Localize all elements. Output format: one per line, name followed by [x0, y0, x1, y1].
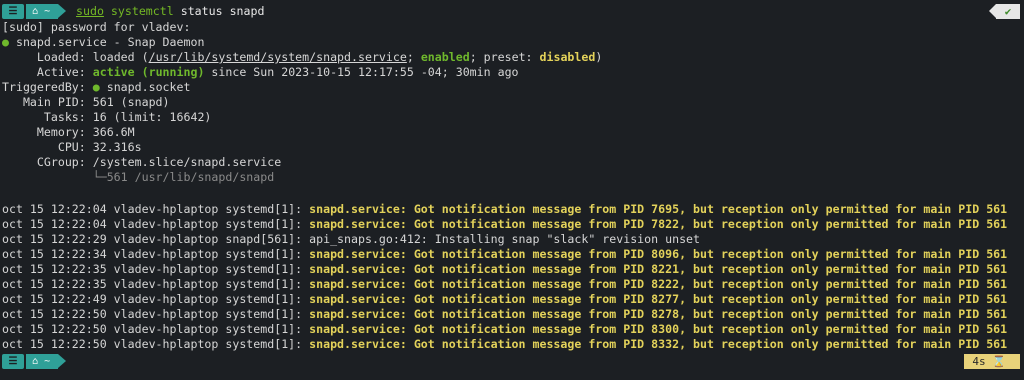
segment-arrow [58, 4, 66, 18]
active-state: active (running) [92, 65, 205, 79]
directory-label: ~ [44, 356, 51, 367]
triggered-value: snapd.socket [99, 80, 191, 94]
loaded-line: Loaded: loaded (/usr/lib/systemd/system/… [2, 50, 1024, 65]
command-input[interactable]: sudo systemctl status snapd [76, 3, 264, 20]
enabled-state: enabled [420, 50, 470, 64]
cmd-sudo: sudo [76, 4, 104, 18]
log-message: snapd.service: Got notification message … [309, 322, 1008, 336]
log-message: snapd.service: Got notification message … [309, 262, 1008, 276]
log-message: snapd.service: Got notification message … [309, 307, 1008, 321]
hourglass-icon: ⌛ [992, 355, 1006, 368]
loaded-label: Loaded: [2, 50, 93, 64]
log-message: snapd.service: Got notification message … [309, 292, 1008, 306]
log-prefix: oct 15 12:22:29 vladev-hplaptop snapd[56… [2, 232, 310, 246]
log-line: oct 15 12:22:04 vladev-hplaptop systemd[… [2, 202, 1024, 217]
cgroup-child-line: └─561 /usr/lib/snapd/snapd [2, 170, 275, 184]
log-line: oct 15 12:22:35 vladev-hplaptop systemd[… [2, 262, 1024, 277]
triggered-label: TriggeredBy: [2, 80, 93, 94]
service-title-line: ● snapd.service - Snap Daemon [2, 35, 1024, 50]
checkmark-icon: ✔ [996, 4, 1020, 19]
status-arrow [989, 4, 996, 18]
log-line: oct 15 12:22:50 vladev-hplaptop systemd[… [2, 322, 1024, 337]
log-line: oct 15 12:22:35 vladev-hplaptop systemd[… [2, 277, 1024, 292]
home-icon: ⌂ [32, 356, 39, 367]
log-message: snapd.service: Got notification message … [309, 247, 1008, 261]
log-prefix: oct 15 12:22:50 vladev-hplaptop systemd[… [2, 322, 310, 336]
log-prefix: oct 15 12:22:04 vladev-hplaptop systemd[… [2, 217, 310, 231]
log-line: oct 15 12:22:50 vladev-hplaptop systemd[… [2, 337, 1024, 352]
log-prefix: oct 15 12:22:50 vladev-hplaptop systemd[… [2, 337, 310, 351]
status-dot-icon: ● [2, 35, 9, 49]
duration-label: 4s [972, 355, 986, 368]
cmd-systemctl: systemctl [110, 4, 174, 18]
log-message: snapd.service: Got notification message … [309, 202, 1008, 216]
log-line: oct 15 12:22:29 vladev-hplaptop snapd[56… [2, 232, 1024, 247]
log-message: api_snaps.go:412: Installing snap "slack… [309, 232, 701, 246]
log-line: oct 15 12:22:49 vladev-hplaptop systemd[… [2, 292, 1024, 307]
tasks-line: Tasks: 16 (limit: 16642) [2, 110, 212, 124]
duration-badge: 4s ⌛ [964, 354, 1020, 369]
loaded-end: ) [595, 50, 603, 64]
log-message: snapd.service: Got notification message … [309, 217, 1008, 231]
prompt-line-bottom: ☰ ⌂ ~ 4s ⌛ [0, 353, 1024, 370]
log-prefix: oct 15 12:22:04 vladev-hplaptop systemd[… [2, 202, 310, 216]
terminal-window[interactable]: ☰ ⌂ ~ sudo systemctl status snapd ✔ [sud… [0, 0, 1024, 380]
directory-segment: ⌂ ~ [26, 354, 58, 369]
loaded-mid: ; preset: [469, 50, 540, 64]
log-prefix: oct 15 12:22:50 vladev-hplaptop systemd[… [2, 307, 310, 321]
mainpid-line: Main PID: 561 (snapd) [2, 95, 170, 109]
log-prefix: oct 15 12:22:34 vladev-hplaptop systemd[… [2, 247, 310, 261]
log-message: snapd.service: Got notification message … [309, 277, 1008, 291]
unit-path-link[interactable]: /usr/lib/systemd/system/snapd.service [149, 50, 407, 64]
directory-label: ~ [44, 6, 51, 17]
log-line: oct 15 12:22:50 vladev-hplaptop systemd[… [2, 307, 1024, 322]
log-line: oct 15 12:22:34 vladev-hplaptop systemd[… [2, 247, 1024, 262]
active-since: since Sun 2023-10-15 12:17:55 -04; 30min… [204, 65, 519, 79]
password-prompt: [sudo] password for vladev: [2, 20, 191, 34]
socket-dot-icon: ● [92, 80, 100, 94]
triggeredby-line: TriggeredBy: ● snapd.socket [2, 80, 1024, 95]
loaded-pre: loaded ( [92, 50, 149, 64]
directory-segment: ⌂ ~ [26, 4, 58, 19]
linux-distro-icon: ☰ [2, 4, 24, 19]
log-prefix: oct 15 12:22:35 vladev-hplaptop systemd[… [2, 262, 310, 276]
loaded-sep: ; [406, 50, 421, 64]
active-line: Active: active (running) since Sun 2023-… [2, 65, 1024, 80]
linux-distro-icon: ☰ [2, 354, 24, 369]
home-icon: ⌂ [32, 6, 39, 17]
cgroup-line: CGroup: /system.slice/snapd.service [2, 155, 282, 169]
cmd-args: status snapd [173, 4, 265, 18]
log-message: snapd.service: Got notification message … [309, 337, 1008, 351]
prompt-line-top: ☰ ⌂ ~ sudo systemctl status snapd ✔ [0, 3, 1024, 20]
preset-state: disabled [539, 50, 596, 64]
segment-arrow [58, 354, 66, 368]
cpu-line: CPU: 32.316s [2, 140, 142, 154]
active-label: Active: [2, 65, 93, 79]
log-line: oct 15 12:22:04 vladev-hplaptop systemd[… [2, 217, 1024, 232]
service-title: snapd.service - Snap Daemon [8, 35, 205, 49]
log-prefix: oct 15 12:22:49 vladev-hplaptop systemd[… [2, 292, 310, 306]
memory-line: Memory: 366.6M [2, 125, 135, 139]
log-prefix: oct 15 12:22:35 vladev-hplaptop systemd[… [2, 277, 310, 291]
